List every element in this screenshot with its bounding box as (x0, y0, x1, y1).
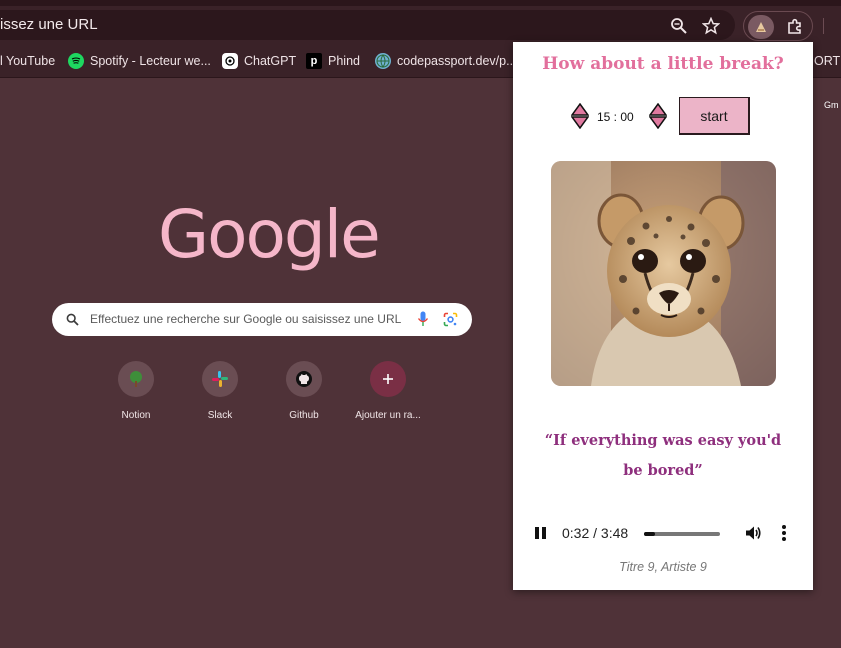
player-duration: 3:48 (600, 525, 629, 541)
google-search-box[interactable] (52, 303, 472, 336)
bookmark-label: ORT (814, 54, 841, 68)
bookmark-overflow[interactable]: ORT (814, 52, 840, 70)
break-timer-popup: How about a little break? 15 : 00 start (513, 42, 813, 590)
volume-icon[interactable] (744, 524, 762, 542)
cheetah-cub-photo (551, 161, 776, 386)
bookmark-phind[interactable]: p Phind (306, 52, 360, 70)
shortcut-icon-bg (286, 361, 322, 397)
bookmark-label: ChatGPT (244, 54, 297, 68)
start-button[interactable]: start (679, 97, 750, 135)
shortcut-label: Ajouter un ra... (355, 410, 421, 421)
player-time: 0:32 / 3:48 (562, 525, 629, 541)
google-lens-icon[interactable] (443, 312, 458, 327)
shortcut-add[interactable]: Ajouter un ra... (346, 361, 430, 421)
shortcut-notion[interactable]: Notion (94, 361, 178, 421)
github-icon (296, 371, 312, 387)
shortcut-github[interactable]: Github (262, 361, 346, 421)
timer-controls: 15 : 00 start (513, 97, 813, 137)
phind-icon: p (306, 53, 322, 69)
audio-player: 0:32 / 3:48 (527, 520, 803, 546)
bookmark-codepassport[interactable]: codepassport.dev/p... (375, 52, 517, 70)
increase-time-icon[interactable] (649, 103, 667, 129)
shortcut-label: Notion (121, 410, 151, 421)
browser-toolbar: issez une URL (0, 0, 841, 44)
extension-button[interactable] (748, 15, 774, 39)
more-options-icon[interactable] (781, 525, 787, 541)
bookmark-label: codepassport.dev/p... (397, 54, 517, 68)
bookmark-youtube[interactable]: l YouTube (0, 52, 55, 70)
search-icon (66, 313, 79, 326)
shortcut-label: Slack (207, 410, 233, 421)
motivational-quote: “If everything was easy you'd be bored” (544, 432, 782, 479)
extensions-group (743, 11, 813, 41)
gmail-link[interactable]: Gm (824, 100, 839, 110)
bookmark-star-icon[interactable] (702, 17, 720, 35)
player-progress-fill (644, 532, 655, 536)
timer-value: 15 : 00 (597, 110, 634, 124)
spotify-icon (68, 53, 84, 69)
pause-icon[interactable] (535, 527, 547, 539)
address-bar-text[interactable]: issez une URL (0, 16, 98, 33)
google-logo: Google (158, 196, 381, 273)
microphone-icon[interactable] (417, 311, 429, 328)
puzzle-icon (788, 18, 801, 34)
address-bar[interactable]: issez une URL (0, 10, 735, 40)
track-info: Titre 9, Artiste 9 (619, 560, 707, 574)
player-progress-bar[interactable] (644, 532, 720, 536)
zoom-icon[interactable] (670, 17, 688, 35)
decrease-time-icon[interactable] (571, 103, 589, 129)
search-input[interactable] (90, 310, 410, 328)
slack-icon (212, 371, 228, 387)
player-current-time: 0:32 (562, 525, 590, 541)
bookmark-spotify[interactable]: Spotify - Lecteur we... (68, 52, 211, 70)
tree-icon (130, 371, 142, 387)
chatgpt-icon (222, 53, 238, 69)
bookmark-label: Spotify - Lecteur we... (90, 54, 211, 68)
shortcut-icon-bg (370, 361, 406, 397)
extension-logo-icon (756, 22, 766, 32)
plus-icon (383, 374, 393, 384)
toolbar-divider (823, 18, 824, 34)
shortcut-slack[interactable]: Slack (178, 361, 262, 421)
bookmark-label: Phind (328, 54, 360, 68)
shortcut-label: Github (289, 410, 319, 421)
globe-icon (375, 53, 391, 69)
extensions-puzzle-button[interactable] (782, 15, 808, 39)
bookmark-label: l YouTube (0, 54, 56, 68)
shortcut-icon-bg (202, 361, 238, 397)
shortcut-icon-bg (118, 361, 154, 397)
bookmark-chatgpt[interactable]: ChatGPT (222, 52, 296, 70)
popup-title: How about a little break? (542, 54, 784, 74)
